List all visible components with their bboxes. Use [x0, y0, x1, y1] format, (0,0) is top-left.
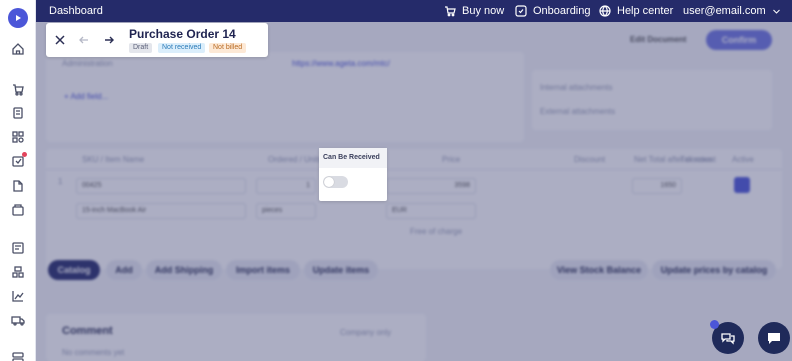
onboarding-link[interactable]: Onboarding: [515, 5, 591, 17]
modal-overlay[interactable]: [36, 22, 792, 361]
can-be-received-popup: Can Be Received: [319, 148, 387, 201]
document-title: Purchase Order 14: [129, 27, 236, 41]
cart-icon: [445, 6, 456, 17]
inventory-icon[interactable]: [11, 265, 25, 279]
user-email: user@email.com: [683, 5, 766, 17]
popup-title: Can Be Received: [319, 148, 387, 168]
forward-button[interactable]: [101, 32, 117, 48]
page-title: Dashboard: [49, 5, 103, 17]
onboarding-icon: [515, 5, 527, 17]
buy-now-label: Buy now: [462, 5, 505, 17]
help-center-label: Help center: [617, 5, 674, 17]
fab-badge: [710, 320, 719, 329]
cash-icon[interactable]: [11, 203, 25, 217]
onboarding-label: Onboarding: [533, 5, 591, 17]
documents-icon[interactable]: [11, 179, 25, 193]
chevron-down-icon: [772, 9, 780, 14]
globe-icon: [599, 5, 611, 17]
chat-button[interactable]: [758, 322, 790, 354]
toggle-knob: [324, 177, 334, 187]
buy-now-link[interactable]: Buy now: [444, 5, 504, 17]
document-header: Purchase Order 14 Draft Not received Not…: [46, 23, 268, 57]
top-bar: Dashboard Buy now Onboarding Help center…: [36, 0, 792, 22]
sales-icon[interactable]: [11, 82, 25, 96]
close-button[interactable]: [52, 32, 68, 48]
products-icon[interactable]: [11, 130, 25, 144]
app-logo-icon[interactable]: [8, 8, 28, 28]
status-badge-draft: Draft: [129, 43, 153, 53]
purchases-icon[interactable]: [11, 152, 27, 168]
notification-dot: [22, 152, 27, 157]
arrow-left-icon: [79, 36, 88, 44]
shipping-icon[interactable]: [11, 313, 25, 327]
can-be-received-toggle[interactable]: [323, 176, 348, 188]
chat-bubbles-icon: [721, 333, 735, 345]
left-rail: [0, 0, 36, 361]
back-button[interactable]: [76, 32, 92, 48]
help-center-link[interactable]: Help center: [599, 5, 673, 17]
status-badge-not-billed: Not billed: [209, 43, 247, 53]
close-icon: [55, 35, 65, 45]
arrow-right-icon: [105, 36, 114, 44]
chat-icon: [768, 333, 780, 344]
user-menu[interactable]: user@email.com: [683, 5, 781, 17]
settings-icon[interactable]: [11, 351, 25, 361]
reports-icon[interactable]: [11, 241, 25, 255]
status-badge-not-received: Not received: [158, 43, 206, 53]
analytics-icon[interactable]: [11, 289, 25, 303]
invoice-icon[interactable]: [11, 106, 25, 120]
home-icon[interactable]: [11, 42, 25, 56]
